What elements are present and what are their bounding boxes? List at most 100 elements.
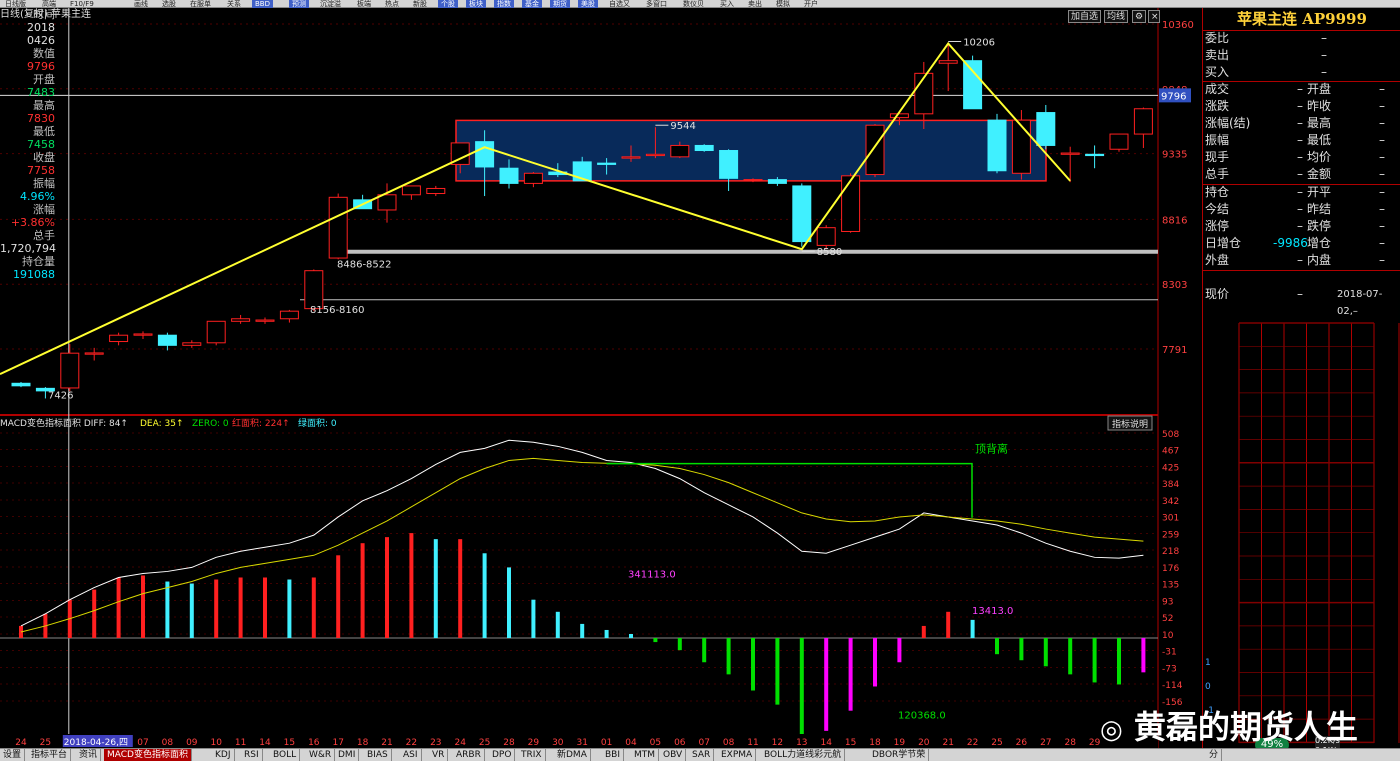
price-axis-label: 8303 bbox=[1162, 280, 1187, 291]
candle-body[interactable] bbox=[1011, 119, 1031, 174]
candle-body[interactable] bbox=[792, 185, 812, 243]
candle-body[interactable] bbox=[1109, 133, 1129, 150]
toolbar-item[interactable]: 多窗口 bbox=[643, 0, 670, 8]
candle-body[interactable] bbox=[816, 227, 836, 246]
bottom-tab[interactable]: BBI bbox=[602, 749, 625, 761]
date-label: 05 bbox=[650, 738, 661, 748]
bottom-tab[interactable]: MTM bbox=[631, 749, 660, 761]
candle-body[interactable] bbox=[1085, 153, 1105, 157]
candle-body[interactable] bbox=[304, 270, 324, 310]
toolbar-item[interactable]: 在服单 bbox=[187, 0, 214, 8]
candle-body[interactable] bbox=[84, 352, 104, 355]
macd-bar bbox=[1092, 638, 1097, 683]
toolbar-item[interactable]: 期货 bbox=[550, 0, 570, 8]
bottom-tab[interactable]: DBOR学节荣 bbox=[869, 749, 930, 761]
settings-icon[interactable]: ⚙ bbox=[1132, 10, 1146, 23]
bottom-tab[interactable]: KDJ bbox=[212, 749, 235, 761]
toolbar-item[interactable]: 预测 bbox=[289, 0, 309, 8]
candle-body[interactable] bbox=[182, 342, 202, 346]
bottom-tab[interactable]: 设置 bbox=[0, 749, 26, 761]
candle-body[interactable] bbox=[255, 319, 275, 322]
toolbar-item[interactable]: F10/F9 bbox=[67, 0, 97, 8]
bottom-tab[interactable]: DMI bbox=[335, 749, 360, 761]
bottom-tab[interactable]: 资讯 bbox=[76, 749, 102, 761]
bottom-tab[interactable]: EXPMA bbox=[718, 749, 757, 761]
candle-body[interactable] bbox=[133, 333, 153, 336]
toolbar-item[interactable]: 关系 bbox=[224, 0, 244, 8]
close-icon[interactable]: × bbox=[1148, 10, 1160, 23]
bottom-tab[interactable]: W&R bbox=[306, 749, 336, 761]
bottom-tab[interactable]: OBV bbox=[660, 749, 687, 761]
toolbar-item[interactable]: 热点 bbox=[382, 0, 402, 8]
candle-body[interactable] bbox=[597, 162, 617, 165]
toolbar-item[interactable]: 板块 bbox=[466, 0, 486, 8]
toolbar-item[interactable]: 高端 bbox=[39, 0, 59, 8]
add-watchlist-button[interactable]: 加自选 bbox=[1068, 10, 1102, 23]
candle-body[interactable] bbox=[621, 156, 641, 159]
toolbar-item[interactable]: 自选又 bbox=[606, 0, 633, 8]
candle-body[interactable] bbox=[694, 144, 714, 152]
candle-body[interactable] bbox=[963, 60, 983, 110]
toolbar-item[interactable]: 基金 bbox=[522, 0, 542, 8]
moving-average-button[interactable]: 均线 bbox=[1104, 10, 1129, 23]
candle-body[interactable] bbox=[523, 172, 543, 184]
bottom-tab[interactable]: BIAS bbox=[364, 749, 392, 761]
candle-body[interactable] bbox=[987, 119, 1007, 172]
candle-body[interactable] bbox=[1036, 112, 1056, 146]
toolbar-item[interactable]: 指数 bbox=[494, 0, 514, 8]
bottom-tab[interactable]: VR bbox=[429, 749, 449, 761]
toolbar-item[interactable]: 数仪贝 bbox=[680, 0, 707, 8]
bottom-tab[interactable]: BOLL bbox=[270, 749, 301, 761]
candle-body[interactable] bbox=[401, 185, 421, 196]
bottom-tab[interactable]: 新DMA bbox=[554, 749, 591, 761]
bottom-tab[interactable]: BOLL力道线彩元航 bbox=[761, 749, 846, 761]
bottom-tab[interactable]: RSI bbox=[241, 749, 263, 761]
bottom-tab[interactable]: ARBR bbox=[453, 749, 485, 761]
bottom-tab[interactable]: DPO bbox=[489, 749, 516, 761]
candle-body[interactable] bbox=[157, 334, 177, 346]
toolbar-item[interactable]: 日线版 bbox=[2, 0, 29, 8]
candle-body[interactable] bbox=[60, 352, 80, 389]
candle-body[interactable] bbox=[206, 320, 226, 344]
candle-body[interactable] bbox=[743, 179, 763, 182]
candle-body[interactable] bbox=[475, 141, 495, 168]
toolbar-item[interactable]: 新股 bbox=[410, 0, 430, 8]
candle-body[interactable] bbox=[1060, 152, 1080, 155]
candle-body[interactable] bbox=[109, 334, 129, 343]
candle-body[interactable] bbox=[670, 144, 690, 158]
quote-value: – bbox=[1379, 99, 1385, 113]
bottom-right-tab[interactable]: 分 bbox=[1206, 749, 1223, 761]
toolbar-item[interactable]: 模拟 bbox=[773, 0, 793, 8]
bottom-tab[interactable]: ASI bbox=[400, 749, 422, 761]
chart-area[interactable]: 1036098489335881683037791508467425384342… bbox=[0, 8, 1202, 748]
bottom-tab[interactable]: 指标平台 bbox=[28, 749, 72, 761]
candle-body[interactable] bbox=[279, 310, 299, 320]
candle-body[interactable] bbox=[938, 60, 958, 64]
bottom-tab[interactable]: MACD变色指标面积 bbox=[104, 749, 192, 761]
candle-body[interactable] bbox=[841, 175, 861, 232]
toolbar-item[interactable]: 卖出 bbox=[745, 0, 765, 8]
toolbar-item[interactable]: 画线 bbox=[131, 0, 151, 8]
toolbar-item[interactable]: 美股 bbox=[578, 0, 598, 8]
toolbar-item[interactable]: 个股 bbox=[438, 0, 458, 8]
candle-body[interactable] bbox=[767, 179, 787, 184]
toolbar-item[interactable]: 开户 bbox=[801, 0, 821, 8]
candle-body[interactable] bbox=[377, 194, 397, 211]
candle-body[interactable] bbox=[645, 153, 665, 157]
candle-body[interactable] bbox=[328, 196, 348, 259]
candle-body[interactable] bbox=[426, 187, 446, 195]
candle-body[interactable] bbox=[719, 150, 739, 179]
candle-body[interactable] bbox=[889, 113, 909, 119]
bottom-tab[interactable]: SAR bbox=[689, 749, 715, 761]
candle-body[interactable] bbox=[231, 318, 251, 322]
toolbar-item[interactable]: 买入 bbox=[717, 0, 737, 8]
candle-body[interactable] bbox=[1133, 108, 1153, 135]
candle-body[interactable] bbox=[11, 382, 31, 387]
bottom-tab[interactable]: TRIX bbox=[518, 749, 546, 761]
toolbar-item[interactable]: 沉淀溢 bbox=[317, 0, 344, 8]
candle-body[interactable] bbox=[499, 167, 519, 184]
toolbar-item[interactable]: BBD bbox=[252, 0, 273, 8]
candle-body[interactable] bbox=[865, 124, 885, 176]
toolbar-item[interactable]: 板端 bbox=[354, 0, 374, 8]
toolbar-item[interactable]: 选股 bbox=[159, 0, 179, 8]
